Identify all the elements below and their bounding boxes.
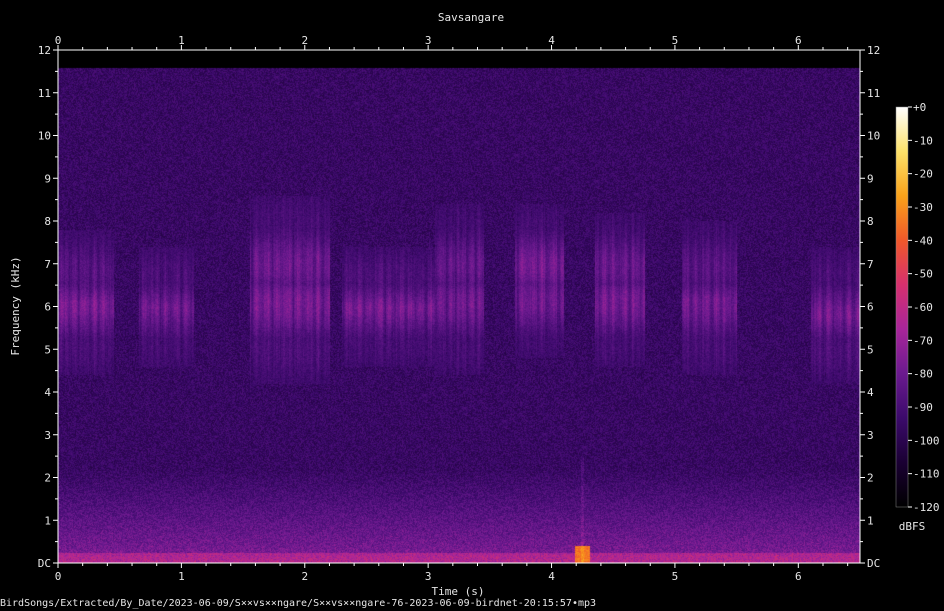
colorbar-tick-label: -30 xyxy=(913,201,933,214)
y-tick-label-left: 6 xyxy=(44,301,51,314)
x-tick-label-bottom: 1 xyxy=(178,570,185,583)
chart-title: Savsangare xyxy=(438,11,504,24)
x-tick-label-bottom: 5 xyxy=(672,570,679,583)
y-tick-label-left: 8 xyxy=(44,215,51,228)
y-tick-label-right: 3 xyxy=(867,429,874,442)
y-tick-label-right: 2 xyxy=(867,472,874,485)
y-tick-label-left: DC xyxy=(38,557,51,570)
x-axis-label: Time (s) xyxy=(432,585,485,598)
y-tick-label-right: 8 xyxy=(867,215,874,228)
y-tick-label-left: 10 xyxy=(38,130,51,143)
y-tick-label-left: 12 xyxy=(38,44,51,57)
y-tick-label-right: 1 xyxy=(867,514,874,527)
x-tick-label-top: 2 xyxy=(301,34,308,47)
colorbar-tick-label: -10 xyxy=(913,134,933,147)
colorbar-label: dBFS xyxy=(899,520,926,533)
colorbar-tick-label: -50 xyxy=(913,268,933,281)
colorbar-tick-label: -90 xyxy=(913,401,933,414)
colorbar-tick-label: -110 xyxy=(913,468,940,481)
y-axis-label: Frequency (kHz) xyxy=(9,256,22,355)
x-tick-label-top: 6 xyxy=(795,34,802,47)
x-tick-label-bottom: 3 xyxy=(425,570,432,583)
colorbar-tick-label: -80 xyxy=(913,368,933,381)
x-tick-label-top: 0 xyxy=(55,34,62,47)
spectrogram-figure: Savsangare 00112233445566DC DC1 12 23 34 45 56… xyxy=(9,11,940,598)
y-tick-label-left: 2 xyxy=(44,472,51,485)
x-tick-label-bottom: 4 xyxy=(548,570,555,583)
y-tick-label-right: 12 xyxy=(867,44,880,57)
colorbar-tick-label: -100 xyxy=(913,434,940,447)
plot-area xyxy=(57,49,861,564)
y-tick-label-right: 5 xyxy=(867,343,874,356)
x-tick-label-top: 4 xyxy=(548,34,555,47)
y-tick-label-right: DC xyxy=(867,557,880,570)
colorbar: +0 -10 -20 -30 -40 -50 -60 -70 -80 -90 -100 -110 -12… xyxy=(895,101,940,514)
y-tick-label-right: 7 xyxy=(867,258,874,271)
y-tick-label-right: 9 xyxy=(867,172,874,185)
y-tick-label-left: 1 xyxy=(44,514,51,527)
y-tick-label-right: 4 xyxy=(867,386,874,399)
colorbar-tick-label: -40 xyxy=(913,234,933,247)
colorbar-tick-label: -20 xyxy=(913,168,933,181)
y-tick-label-left: 7 xyxy=(44,258,51,271)
x-tick-label-bottom: 6 xyxy=(795,570,802,583)
y-tick-label-left: 4 xyxy=(44,386,51,399)
y-tick-label-left: 3 xyxy=(44,429,51,442)
colorbar-tick-label: +0 xyxy=(913,101,926,114)
y-tick-label-right: 11 xyxy=(867,87,880,100)
x-tick-label-top: 1 xyxy=(178,34,185,47)
x-tick-label-bottom: 2 xyxy=(301,570,308,583)
y-tick-label-right: 6 xyxy=(867,301,874,314)
colorbar-tick-label: -70 xyxy=(913,334,933,347)
colorbar-tick-label: -120 xyxy=(913,501,940,514)
x-tick-label-bottom: 0 xyxy=(55,570,62,583)
x-tick-label-top: 3 xyxy=(425,34,432,47)
y-tick-label-left: 5 xyxy=(44,343,51,356)
y-tick-label-left: 9 xyxy=(44,172,51,185)
y-tick-label-right: 10 xyxy=(867,130,880,143)
file-path: BirdSongs/Extracted/By_Date/2023-06-09/S… xyxy=(0,598,597,609)
colorbar-gradient xyxy=(896,107,908,507)
colorbar-tick-label: -60 xyxy=(913,301,933,314)
x-tick-label-top: 5 xyxy=(672,34,679,47)
spectrogram-heatmap xyxy=(58,50,860,563)
y-tick-label-left: 11 xyxy=(38,87,51,100)
